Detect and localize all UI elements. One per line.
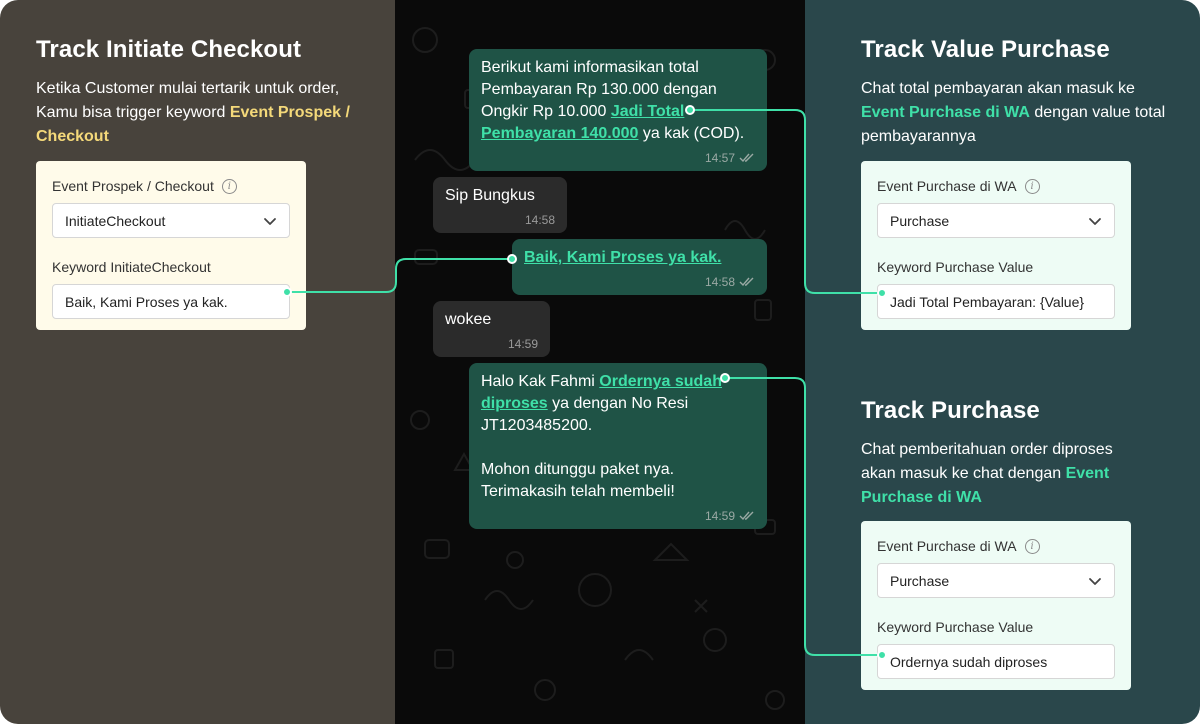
connector-dot <box>877 650 887 660</box>
keyword-purchase-value-label: Keyword Purchase Value <box>877 259 1034 275</box>
connector-dot <box>720 373 730 383</box>
purchase-card: Event Purchase di WA i Purchase Keyword … <box>861 521 1131 690</box>
event-purchase-select[interactable]: Purchase <box>877 203 1115 238</box>
left-panel: Track Initiate Checkout Ketika Customer … <box>0 0 395 724</box>
double-check-icon <box>739 511 754 521</box>
info-icon[interactable]: i <box>221 178 237 194</box>
chevron-down-icon <box>1089 577 1101 585</box>
message-time: 14:57 <box>481 151 755 165</box>
initiate-checkout-card: Event Prospek / Checkout i InitiateCheck… <box>36 161 306 330</box>
info-icon[interactable]: i <box>1024 538 1040 554</box>
message-time: 14:59 <box>507 337 538 351</box>
double-check-icon <box>739 153 754 163</box>
info-icon[interactable]: i <box>1024 178 1040 194</box>
chevron-down-icon <box>264 217 276 225</box>
message-time: 14:58 <box>524 213 555 227</box>
connector-dot <box>685 105 695 115</box>
message-time: 14:58 <box>524 275 755 289</box>
connector-dot <box>282 287 292 297</box>
left-description: Ketika Customer mulai tertarik untuk ord… <box>36 77 356 149</box>
chat-message-baik-proses: Baik, Kami Proses ya kak. 14:58 <box>512 239 767 295</box>
event-prospek-select[interactable]: InitiateCheckout <box>52 203 290 238</box>
right-panel: Track Value Purchase Chat total pembayar… <box>805 0 1200 724</box>
event-purchase-label: Event Purchase di WA i <box>877 177 1115 195</box>
connector-dot <box>877 288 887 298</box>
chevron-down-icon <box>1089 217 1101 225</box>
chat-message-wokee: wokee 14:59 <box>433 301 550 357</box>
event-prospek-label: Event Prospek / Checkout i <box>52 177 290 195</box>
keyword-purchase-input[interactable]: Ordernya sudah diproses <box>877 644 1115 679</box>
chat-message-sip-bungkus: Sip Bungkus 14:58 <box>433 177 567 233</box>
event-purchase-label: Event Purchase di WA i <box>877 537 1115 555</box>
purchase-description: Chat pemberitahuan order diproses akan m… <box>861 441 1113 506</box>
value-purchase-heading: Track Value Purchase <box>861 36 1110 63</box>
keyword-purchase-value-input[interactable]: Jadi Total Pembayaran: {Value} <box>877 284 1115 319</box>
keyword-initiate-label: Keyword InitiateCheckout <box>52 259 211 275</box>
keyword-initiate-input[interactable]: Baik, Kami Proses ya kak. <box>52 284 290 319</box>
chat-message-total: Berikut kami informasikan total Pembayar… <box>469 49 767 171</box>
chat-message-order-diproses: Halo Kak Fahmi Ordernya sudah diproses y… <box>469 363 767 529</box>
double-check-icon <box>739 277 754 287</box>
left-heading: Track Initiate Checkout <box>36 36 302 63</box>
feature-canvas: Track Initiate Checkout Ketika Customer … <box>0 0 1200 724</box>
connector-dot <box>507 254 517 264</box>
event-prospek-value: InitiateCheckout <box>65 212 166 229</box>
value-purchase-description: Chat total pembayaran akan masuk ke Even… <box>861 80 1166 145</box>
chat-panel: Berikut kami informasikan total Pembayar… <box>395 0 805 724</box>
keyword-purchase-label: Keyword Purchase Value <box>877 619 1034 635</box>
event-purchase-select[interactable]: Purchase <box>877 563 1115 598</box>
value-purchase-card: Event Purchase di WA i Purchase Keyword … <box>861 161 1131 330</box>
baik-proses-link[interactable]: Baik, Kami Proses ya kak. <box>524 249 721 266</box>
message-time: 14:59 <box>481 509 755 523</box>
purchase-heading: Track Purchase <box>861 397 1040 424</box>
